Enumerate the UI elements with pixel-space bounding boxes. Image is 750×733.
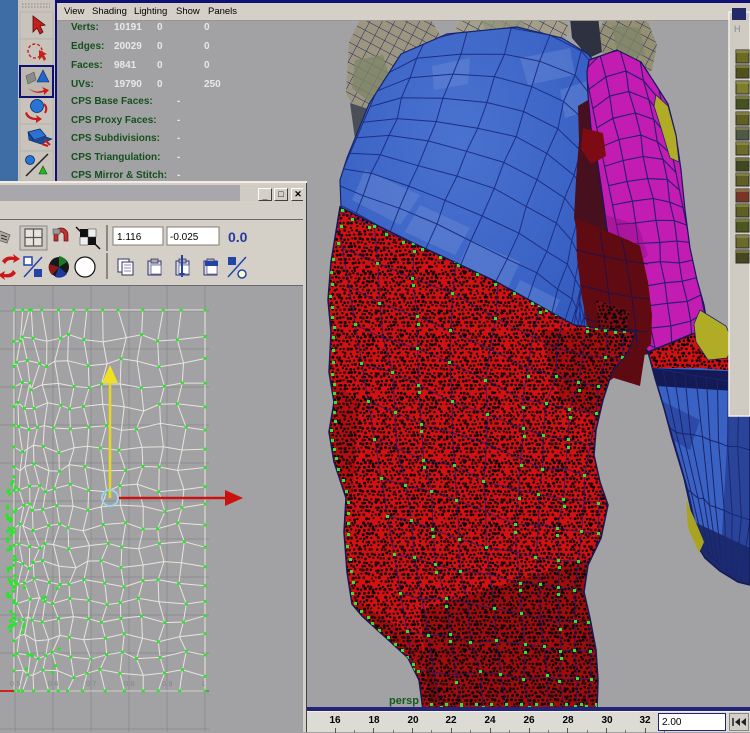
svg-text:0.7: 0.7 bbox=[86, 679, 96, 688]
svg-text:0.6: 0.6 bbox=[48, 679, 58, 688]
svg-text:0.0: 0.0 bbox=[228, 229, 248, 245]
svg-text:1: 1 bbox=[201, 679, 205, 688]
svg-text:0.5: 0.5 bbox=[10, 679, 20, 688]
svg-text:-0.025: -0.025 bbox=[170, 232, 199, 243]
svg-text:H: H bbox=[734, 24, 741, 34]
svg-text:0.9: 0.9 bbox=[162, 679, 172, 688]
svg-text:persp: persp bbox=[389, 695, 419, 707]
svg-text:1.116: 1.116 bbox=[117, 232, 142, 243]
svg-text:0.8: 0.8 bbox=[124, 679, 134, 688]
